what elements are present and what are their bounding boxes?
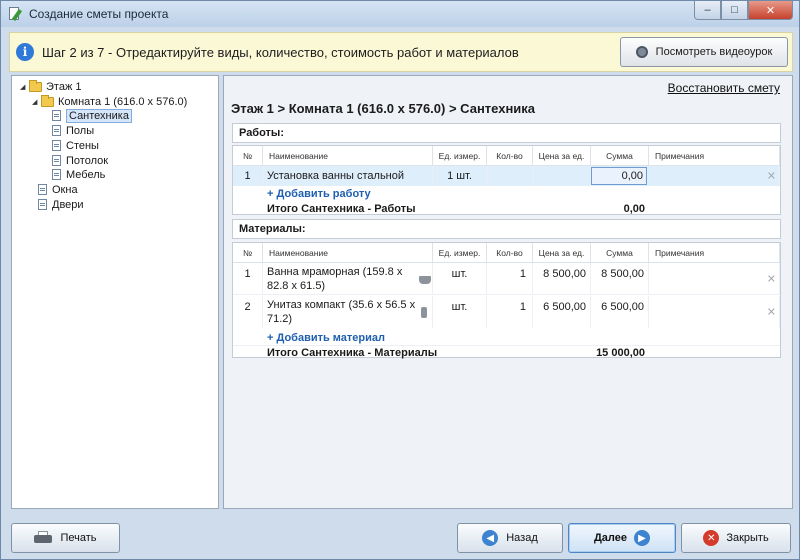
tree-node-doors[interactable]: Двери (38, 197, 84, 212)
watch-video-button[interactable]: Посмотреть видеоурок (620, 37, 788, 67)
bathtub-icon (419, 276, 431, 284)
restore-estimate-link[interactable]: Восстановить смету (668, 81, 780, 95)
materials-table-header: № Наименование Ед. измер. Кол-во Цена за… (233, 243, 780, 263)
info-icon: i (16, 43, 34, 61)
tree-node-room-1[interactable]: ◢ Комната 1 (616.0 x 576.0) (32, 94, 187, 109)
tree-node-floor-1[interactable]: ◢ Этаж 1 (20, 79, 81, 94)
page-icon (52, 125, 61, 136)
breadcrumb: Этаж 1 > Комната 1 (616.0 x 576.0) > Сан… (231, 101, 536, 116)
col-price: Цена за ед. (533, 243, 591, 262)
arrow-left-icon: ◀ (482, 530, 499, 546)
delete-row-icon[interactable]: ✕ (767, 170, 776, 183)
page-icon (52, 140, 61, 151)
col-name: Наименование (263, 243, 433, 262)
estimate-panel: Восстановить смету Этаж 1 > Комната 1 (6… (223, 75, 793, 509)
folder-icon (41, 94, 54, 107)
material-name-line2: 71.2) (267, 313, 293, 325)
window-title: Создание сметы проекта (29, 7, 169, 21)
next-label: Далее (593, 532, 628, 544)
arrow-right-icon: ▶ (634, 530, 651, 546)
tree-node-windows[interactable]: Окна (38, 182, 78, 197)
materials-total-value: 15 000,00 (596, 346, 645, 359)
col-num: № (233, 146, 263, 165)
close-window-button[interactable]: ✕ (748, 1, 793, 20)
page-icon (52, 169, 61, 180)
tree-node-walls[interactable]: Стены (52, 138, 99, 153)
page-icon (52, 110, 61, 121)
works-total-label: Итого Сантехника - Работы (267, 202, 416, 215)
tree-node-ceiling[interactable]: Потолок (52, 153, 108, 168)
app-window: Создание сметы проекта – □ ✕ i Шаг 2 из … (0, 0, 800, 560)
sum-input[interactable]: 0,00 (591, 167, 647, 185)
print-button[interactable]: Печать (11, 523, 120, 553)
col-qty: Кол-во (487, 243, 533, 262)
add-material-link[interactable]: + Добавить материал (267, 332, 385, 344)
printer-icon (34, 531, 53, 545)
material-name-line1: Ванна мраморная (159.8 x (267, 265, 403, 278)
tree-node-plumbing[interactable]: Сантехника (52, 108, 132, 123)
works-table-header: № Наименование Ед. измер. Кол-во Цена за… (233, 146, 780, 166)
back-button[interactable]: ◀ Назад (457, 523, 563, 553)
title-bar: Создание сметы проекта – □ ✕ (1, 1, 799, 27)
works-total-row: Итого Сантехника - Работы 0,00 (233, 201, 780, 216)
col-name: Наименование (263, 146, 433, 165)
material-name-line2: 82.8 x 61.5) (267, 279, 326, 292)
print-label: Печать (60, 532, 97, 544)
window-controls: – □ ✕ (694, 1, 793, 20)
maximize-button[interactable]: □ (721, 1, 748, 20)
app-icon (7, 6, 23, 22)
col-num: № (233, 243, 263, 262)
works-section-title: Работы: (232, 123, 781, 143)
materials-section-title: Материалы: (232, 219, 781, 239)
close-label: Закрыть (726, 532, 769, 544)
col-sum: Сумма (591, 243, 649, 262)
delete-row-icon[interactable]: ✕ (767, 306, 776, 319)
materials-total-label: Итого Сантехника - Материалы (267, 346, 438, 359)
room-tree: ◢ Этаж 1 ◢ Комната 1 (616.0 x 576.0) Сан… (11, 75, 219, 509)
minimize-button[interactable]: – (694, 1, 721, 20)
step-banner: i Шаг 2 из 7 - Отредактируйте виды, коли… (9, 32, 793, 72)
col-unit: Ед. измер. (433, 243, 487, 262)
table-row[interactable]: 2 Унитаз компакт (35.6 x 56.5 x 71.2) шт… (233, 296, 780, 328)
close-button[interactable]: ✕ Закрыть (681, 523, 791, 553)
toilet-icon (421, 307, 427, 318)
page-icon (38, 184, 47, 195)
table-row[interactable]: 1 Ванна мраморная (159.8 x 82.8 x 61.5) … (233, 263, 780, 295)
webcam-icon (635, 46, 650, 58)
close-icon: ✕ (703, 530, 720, 546)
materials-total-row: Итого Сантехника - Материалы 15 000,00 (233, 345, 780, 359)
col-note: Примечания (649, 146, 780, 165)
folder-icon (29, 79, 42, 92)
page-icon (52, 155, 61, 166)
works-table: № Наименование Ед. измер. Кол-во Цена за… (232, 145, 781, 215)
col-unit: Ед. измер. (433, 146, 487, 165)
col-price: Цена за ед. (533, 146, 591, 165)
page-icon (38, 199, 47, 210)
delete-row-icon[interactable]: ✕ (767, 272, 776, 285)
back-label: Назад (506, 532, 538, 544)
tree-node-furniture[interactable]: Мебель (52, 167, 105, 182)
works-total-value: 0,00 (623, 202, 645, 215)
add-work-link[interactable]: + Добавить работу (267, 188, 371, 200)
col-note: Примечания (649, 243, 780, 262)
expand-arrow-icon[interactable]: ◢ (32, 98, 41, 106)
materials-table: № Наименование Ед. измер. Кол-во Цена за… (232, 242, 781, 359)
col-sum: Сумма (591, 146, 649, 165)
material-name-line1: Унитаз компакт (35.6 x 56.5 x (267, 299, 416, 311)
next-button[interactable]: Далее ▶ (568, 523, 676, 553)
watch-video-label: Посмотреть видеоурок (655, 46, 773, 58)
col-qty: Кол-во (487, 146, 533, 165)
expand-arrow-icon[interactable]: ◢ (20, 83, 29, 91)
table-row[interactable]: 1 Установка ванны стальной 1 шт. 0,00 ✕ (233, 166, 780, 186)
step-instruction: Шаг 2 из 7 - Отредактируйте виды, количе… (42, 44, 519, 60)
tree-node-floors[interactable]: Полы (52, 123, 94, 138)
